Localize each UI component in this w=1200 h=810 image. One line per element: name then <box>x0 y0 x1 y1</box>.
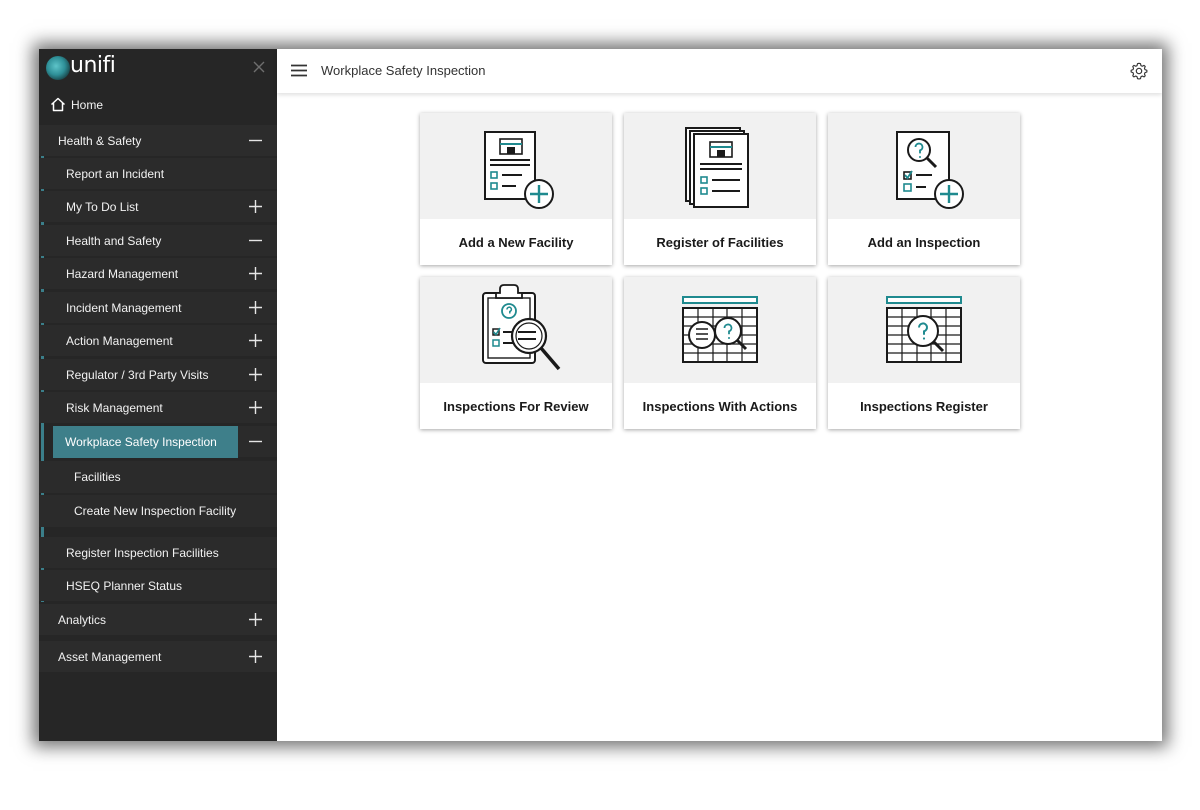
page-title: Workplace Safety Inspection <box>321 63 486 78</box>
sidebar-item-label: Create New Inspection Facility <box>74 504 237 518</box>
sidebar-item-analytics[interactable]: Analytics <box>39 604 277 635</box>
sidebar-item-label: Health & Safety <box>58 134 142 148</box>
clipboard-review-icon <box>420 277 612 383</box>
tile-register-of-facilities[interactable]: Register of Facilities <box>624 113 816 265</box>
sidebar-item-regulator-visits[interactable]: Regulator / 3rd Party Visits <box>39 359 277 390</box>
expand-icon[interactable] <box>248 367 263 382</box>
tile-label: Add a New Facility <box>458 234 574 250</box>
sidebar-item-label: Risk Management <box>66 401 163 415</box>
tile-inspections-register[interactable]: Inspections Register <box>828 277 1020 429</box>
expand-icon[interactable] <box>248 649 263 664</box>
add-facility-icon <box>420 113 612 219</box>
tile-label: Inspections Register <box>860 398 988 414</box>
expand-icon[interactable] <box>248 266 263 281</box>
sidebar-item-facilities[interactable]: Facilities <box>39 461 277 493</box>
sidebar-item-workplace-safety-inspection[interactable]: Workplace Safety Inspection <box>53 426 238 458</box>
sidebar-header: unifi <box>39 49 277 87</box>
tile-label: Add an Inspection <box>867 234 981 250</box>
sidebar-item-label: Action Management <box>66 334 173 348</box>
tile-inspections-with-actions[interactable]: Inspections With Actions <box>624 277 816 429</box>
collapse-icon[interactable] <box>248 133 263 148</box>
top-bar: Workplace Safety Inspection <box>277 49 1162 93</box>
sidebar: unifi Home Health & Safety Report an Inc… <box>39 49 277 741</box>
sidebar-item-hazard-management[interactable]: Hazard Management <box>39 258 277 289</box>
sidebar-item-hseq-planner-status[interactable]: HSEQ Planner Status <box>39 570 277 601</box>
app-window: unifi Home Health & Safety Report an Inc… <box>39 49 1162 741</box>
sidebar-item-label: Workplace Safety Inspection <box>65 435 217 449</box>
collapse-icon[interactable] <box>248 233 263 248</box>
tile-label: Inspections With Actions <box>642 398 798 414</box>
sidebar-item-label: Asset Management <box>58 650 162 664</box>
gear-icon[interactable] <box>1130 62 1148 80</box>
sidebar-item-action-management[interactable]: Action Management <box>39 325 277 356</box>
tile-add-new-facility[interactable]: Add a New Facility <box>420 113 612 265</box>
tile-add-inspection[interactable]: Add an Inspection <box>828 113 1020 265</box>
expand-icon[interactable] <box>248 612 263 627</box>
collapse-icon[interactable] <box>248 434 263 449</box>
sidebar-item-label: Facilities <box>74 470 121 484</box>
expand-icon[interactable] <box>248 400 263 415</box>
inspection-actions-icon <box>624 277 816 383</box>
facility-register-icon <box>624 113 816 219</box>
sidebar-item-risk-management[interactable]: Risk Management <box>39 392 277 423</box>
sidebar-item-label: Analytics <box>58 613 107 627</box>
sidebar-item-incident-management[interactable]: Incident Management <box>39 292 277 323</box>
inspections-register-icon <box>828 277 1020 383</box>
sidebar-item-health-and-safety[interactable]: Health and Safety <box>39 225 277 256</box>
expand-icon[interactable] <box>248 300 263 315</box>
sidebar-item-label: HSEQ Planner Status <box>66 579 183 593</box>
tile-label: Register of Facilities <box>656 234 784 250</box>
sidebar-item-label: Register Inspection Facilities <box>66 546 219 560</box>
add-inspection-icon <box>828 113 1020 219</box>
tile-label: Inspections For Review <box>443 398 589 414</box>
sidebar-item-label: Home <box>71 98 104 112</box>
hamburger-icon[interactable] <box>291 64 307 77</box>
sidebar-item-label: Regulator / 3rd Party Visits <box>66 368 209 382</box>
expand-icon[interactable] <box>248 199 263 214</box>
app-logo: unifi <box>70 53 116 78</box>
sidebar-item-label: My To Do List <box>66 200 139 214</box>
home-icon <box>50 97 66 112</box>
workplace-safety-toggle-cell <box>238 426 277 457</box>
sidebar-item-label: Report an Incident <box>66 167 165 181</box>
sidebar-item-label: Hazard Management <box>66 267 179 281</box>
sidebar-item-label: Health and Safety <box>66 234 162 248</box>
sidebar-item-todo-list[interactable]: My To Do List <box>39 191 277 222</box>
sidebar-item-label: Incident Management <box>66 301 182 315</box>
sidebar-item-asset-management[interactable]: Asset Management <box>39 641 277 672</box>
expand-icon[interactable] <box>248 333 263 348</box>
sidebar-item-create-inspection-facility[interactable]: Create New Inspection Facility <box>39 495 277 527</box>
close-icon[interactable] <box>252 60 266 74</box>
tile-inspections-for-review[interactable]: Inspections For Review <box>420 277 612 429</box>
sidebar-item-report-incident[interactable]: Report an Incident <box>39 158 277 189</box>
sidebar-item-health-safety[interactable]: Health & Safety <box>39 125 277 156</box>
sidebar-item-home[interactable]: Home <box>39 89 277 120</box>
logo-orb-icon <box>46 56 70 80</box>
sidebar-item-register-inspection-facilities[interactable]: Register Inspection Facilities <box>39 537 277 568</box>
